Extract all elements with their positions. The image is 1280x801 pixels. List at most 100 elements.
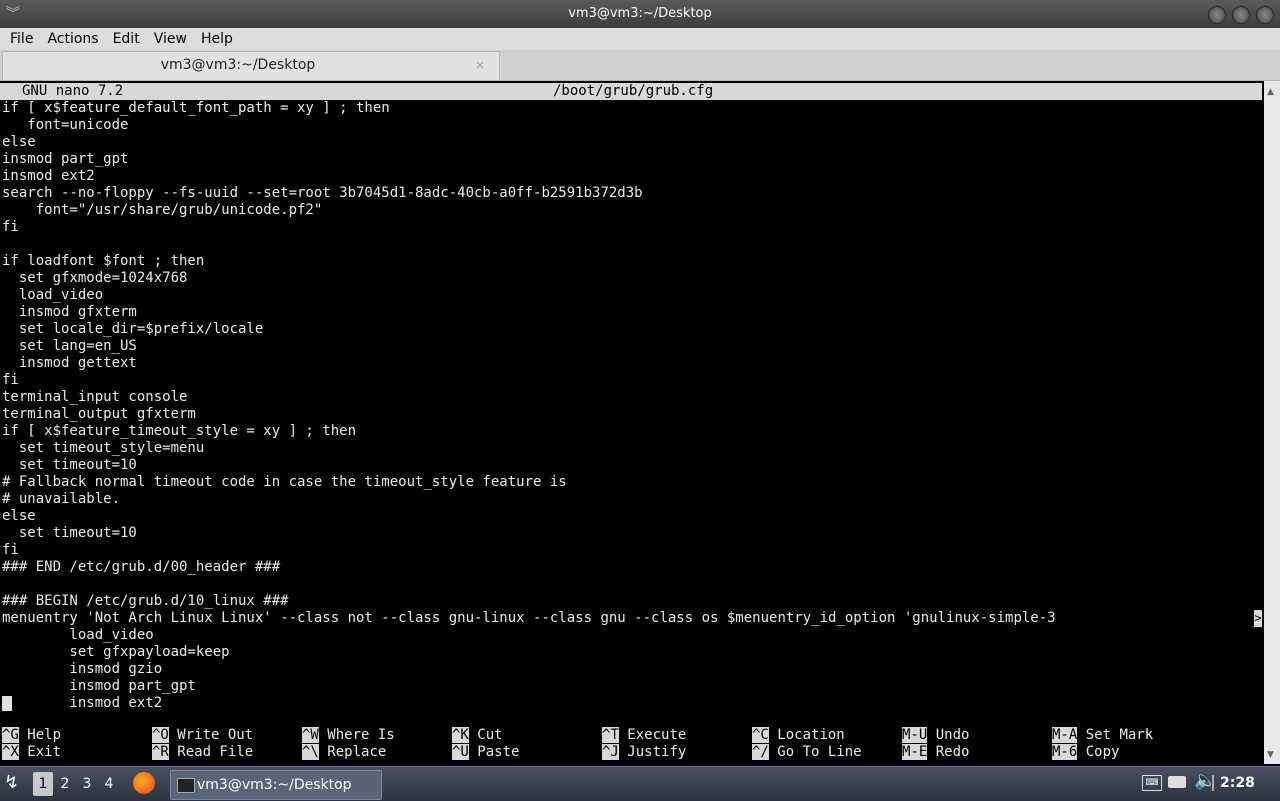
desktop-1-button[interactable]: 1 [33,772,53,796]
shortcut-label: Paste [477,744,520,760]
shortcut-key: M-6 [1052,744,1078,760]
shortcut-label: Set Mark [1085,727,1154,743]
shortcut-key: ^R [152,744,169,760]
editor-line: fi [2,219,19,235]
editor-line: font=unicode [2,117,129,133]
editor-line: if [ x$feature_default_font_path = xy ] … [2,100,390,116]
minimize-button[interactable] [1208,6,1226,24]
firefox-icon[interactable] [133,772,155,794]
editor-line: set timeout=10 [2,525,137,541]
editor-line: else [2,508,36,524]
editor-line: fi [2,542,19,558]
terminal-scrollbar[interactable]: ▲ ▼ [1264,81,1280,764]
app-menu-icon[interactable]: ↯ [4,772,19,793]
shortcut-label: Cut [477,727,503,743]
shortcut-key: M-A [1052,727,1078,743]
editor-line: terminal_input console [2,389,188,405]
menu-actions[interactable]: Actions [40,28,105,50]
nano-version: GNU nano 7.2 [22,83,124,99]
shortcut-execute: ^T Execute [602,727,686,744]
editor-line: fi [2,372,19,388]
desktop-3-button[interactable]: 3 [77,772,97,796]
shortcut-paste: ^U Paste [452,744,519,761]
editor-line: set timeout_style=menu [2,440,205,456]
editor-line: set locale_dir=$prefix/locale [2,321,264,337]
maximize-button[interactable] [1232,6,1250,24]
shortcut-label: Help [27,727,62,743]
shortcut-key: M-U [902,727,928,743]
taskbar: ↯ 1 2 3 4 vm3@vm3:~/Desktop ⌨ 🔈 2:28 [0,766,1280,801]
scroll-down-icon[interactable]: ▼ [1267,750,1274,760]
editor-line: ### END /etc/grub.d/00_header ### [2,559,281,575]
shortcut-key: ^X [2,744,19,760]
desktop-2-button[interactable]: 2 [55,772,75,796]
shortcut-key: ^\ [302,744,319,760]
shortcut-copy: M-6 Copy [1052,744,1119,761]
taskbar-terminal-item[interactable]: vm3@vm3:~/Desktop [170,770,382,800]
tab-label: vm3@vm3:~/Desktop [160,57,316,73]
editor-line: font="/usr/share/grub/unicode.pf2" [2,202,323,218]
editor-line: menuentry 'Not Arch Linux Linux' --class… [2,610,1056,626]
menu-file[interactable]: File [3,28,40,50]
editor-content[interactable]: if [ x$feature_default_font_path = xy ] … [2,100,1056,712]
battery-icon[interactable] [1168,776,1186,788]
shortcut-label: Exit [27,744,62,760]
shortcut-label: Read File [177,744,254,760]
editor-line: search --no-floppy --fs-uuid --set=root … [2,185,643,201]
desktop-4-button[interactable]: 4 [99,772,119,796]
shortcut-cut: ^K Cut [452,727,503,744]
editor-line: set timeout=10 [2,457,137,473]
close-button[interactable] [1256,6,1274,24]
shortcut-go-to-line: ^/ Go To Line [752,744,862,761]
editor-line: insmod ext2 [2,695,163,711]
window-titlebar[interactable]: ︾ vm3@vm3:~/Desktop [0,0,1280,28]
editor-line: insmod part_gpt [2,678,196,694]
clock[interactable]: 2:28 [1220,767,1255,799]
shortcut-key: ^/ [752,744,769,760]
keyboard-layout-icon[interactable]: ⌨ [1142,775,1162,791]
editor-line: else [2,134,36,150]
shortcut-justify: ^J Justify [602,744,686,761]
shortcut-key: ^W [302,727,319,743]
editor-line: if [ x$feature_timeout_style = xy ] ; th… [2,423,357,439]
shortcut-key: ^O [152,727,169,743]
shortcut-key: ^C [752,727,769,743]
tab-close-icon[interactable]: × [475,58,485,72]
editor-line: ### BEGIN /etc/grub.d/10_linux ### [2,593,289,609]
menu-help[interactable]: Help [194,28,240,50]
shortcut-where-is: ^W Where Is [302,727,395,744]
shortcut-key: ^G [2,727,19,743]
shortcut-label: Execute [627,727,687,743]
scroll-up-icon[interactable]: ▲ [1267,87,1274,97]
menu-view[interactable]: View [147,28,194,50]
terminal-tab[interactable]: vm3@vm3:~/Desktop × [2,51,500,80]
shortcut-undo: M-U Undo [902,727,969,744]
task-label: vm3@vm3:~/Desktop [197,777,352,793]
shortcut-label: Justify [627,744,687,760]
editor-line: set gfxmode=1024x768 [2,270,188,286]
nano-filename: /boot/grub/grub.cfg [553,83,714,99]
shortcut-label: Go To Line [777,744,862,760]
editor-line: insmod part_gpt [2,151,129,167]
terminal-area[interactable]: GNU nano 7.2 /boot/grub/grub.cfg if [ x$… [0,81,1264,764]
shortcut-key: ^U [452,744,469,760]
nano-shortcut-bar: ^G Help ^X Exit ^O Write Out ^R Read File ^W… [2,727,1264,761]
shortcut-label: Location [777,727,845,743]
editor-line: set lang=en_US [2,338,137,354]
shortcut-location: ^C Location [752,727,845,744]
menu-edit[interactable]: Edit [106,28,147,50]
shortcut-label: Copy [1085,744,1120,760]
nano-header: GNU nano 7.2 /boot/grub/grub.cfg [0,83,1262,100]
shortcut-key: ^K [452,727,469,743]
terminal-icon [177,778,195,793]
tray-separator [1212,775,1214,791]
editor-line: set gfxpayload=keep [2,644,230,660]
editor-line: insmod gfxterm [2,304,137,320]
tab-bar: vm3@vm3:~/Desktop × [0,50,1280,81]
editor-line: # unavailable. [2,491,121,507]
shortcut-read-file: ^R Read File [152,744,253,761]
window-title: vm3@vm3:~/Desktop [568,6,712,21]
shortcut-label: Replace [327,744,387,760]
